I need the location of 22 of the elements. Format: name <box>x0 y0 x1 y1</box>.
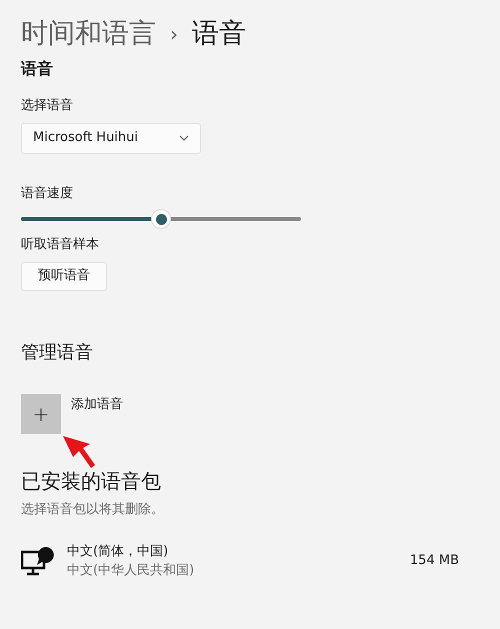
field-label: 听取语音样本 <box>21 236 99 254</box>
add-voice-button[interactable]: + <box>21 394 61 434</box>
chevron-down-icon <box>179 135 189 141</box>
field-label: 选择语音 <box>21 97 73 115</box>
breadcrumb-parent[interactable]: 时间和语言 <box>21 14 156 54</box>
preview-button[interactable]: 预听语音 <box>21 262 107 290</box>
speech-monitor-icon <box>21 545 55 577</box>
speed-slider[interactable] <box>21 209 301 229</box>
breadcrumb-separator: › <box>170 21 178 48</box>
add-voice-label: 添加语音 <box>71 396 123 414</box>
section-heading: 语音 <box>21 58 53 80</box>
section-heading: 已安装的语音包 <box>21 468 161 494</box>
pack-name: 中文(简体，中国) <box>67 542 170 560</box>
section-heading: 管理语音 <box>21 340 93 364</box>
field-label: 语音速度 <box>21 184 73 202</box>
section-description: 选择语音包以将其删除。 <box>21 500 164 518</box>
voice-dropdown[interactable]: Microsoft Huihui <box>21 122 201 154</box>
annotation-arrow <box>62 436 96 468</box>
language-pack-row[interactable]: 中文(简体，中国) 中文(中华人民共和国) 154 MB <box>21 539 459 583</box>
pack-region: 中文(中华人民共和国) <box>67 562 196 580</box>
pack-size: 154 MB <box>410 552 459 570</box>
page-title: 语音 <box>192 17 246 51</box>
